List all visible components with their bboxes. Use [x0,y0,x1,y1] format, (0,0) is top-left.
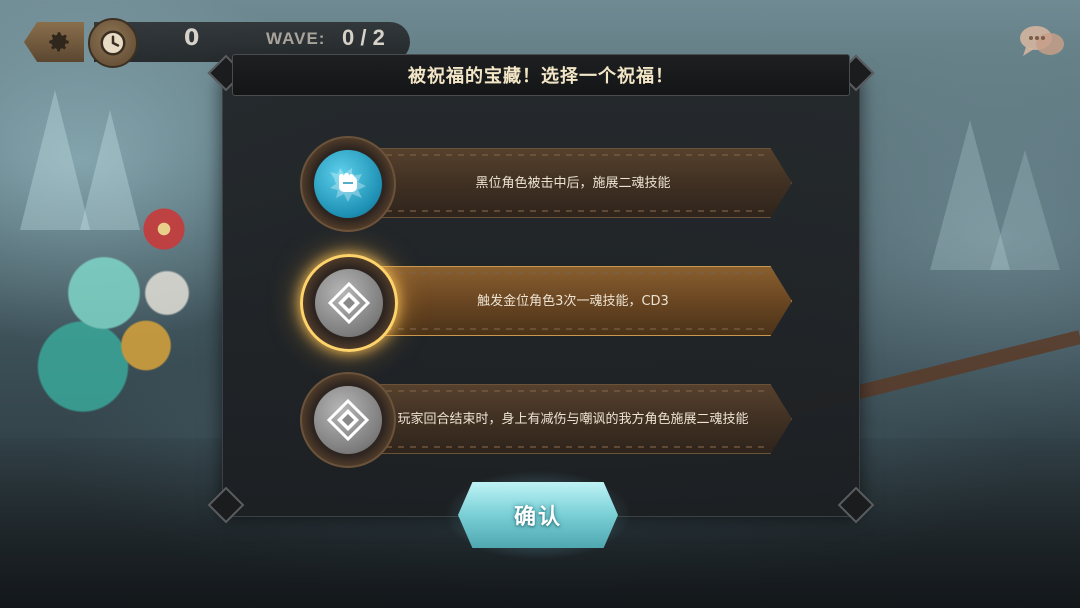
blessing-description: 触发金位角色3次一魂技能，CD3 [477,293,669,309]
blessing-icon-frame [300,136,396,232]
wave-label: WAVE: [266,29,326,48]
blessing-option-2[interactable]: 触发金位角色3次一魂技能，CD3 [300,254,792,352]
diamond-emblem-icon [314,386,382,454]
confirm-button[interactable]: 确认 [458,482,618,548]
modal-title: 被祝福的宝藏！选择一个祝福！ [408,66,674,87]
clock-icon [100,30,126,56]
timer-value: 0 [184,26,200,51]
confirm-label: 确认 [513,505,562,530]
timer-button[interactable] [88,18,138,68]
diamond-emblem-icon [315,269,383,337]
blessing-description: 玩家回合结束时，身上有减伤与嘲讽的我方角色施展二魂技能 [397,411,749,427]
blessing-description: 黑位角色被击中后，施展二魂技能 [475,175,671,191]
fist-icon [314,150,382,218]
chat-bubbles-icon [1020,26,1064,56]
blessing-option-1[interactable]: 黑位角色被击中后，施展二魂技能 [300,136,792,232]
blessing-icon-frame [300,372,396,468]
blessing-icon-frame [300,254,398,352]
settings-button[interactable] [24,22,84,62]
flower-decoration [140,205,188,253]
wave-counter: 0 / 2 [342,25,385,50]
modal-header: 被祝福的宝藏！选择一个祝福！ [232,54,850,96]
gear-icon [49,32,69,52]
blessing-option-3[interactable]: 玩家回合结束时，身上有减伤与嘲讽的我方角色施展二魂技能 [300,372,792,468]
chat-button[interactable] [1016,20,1068,64]
